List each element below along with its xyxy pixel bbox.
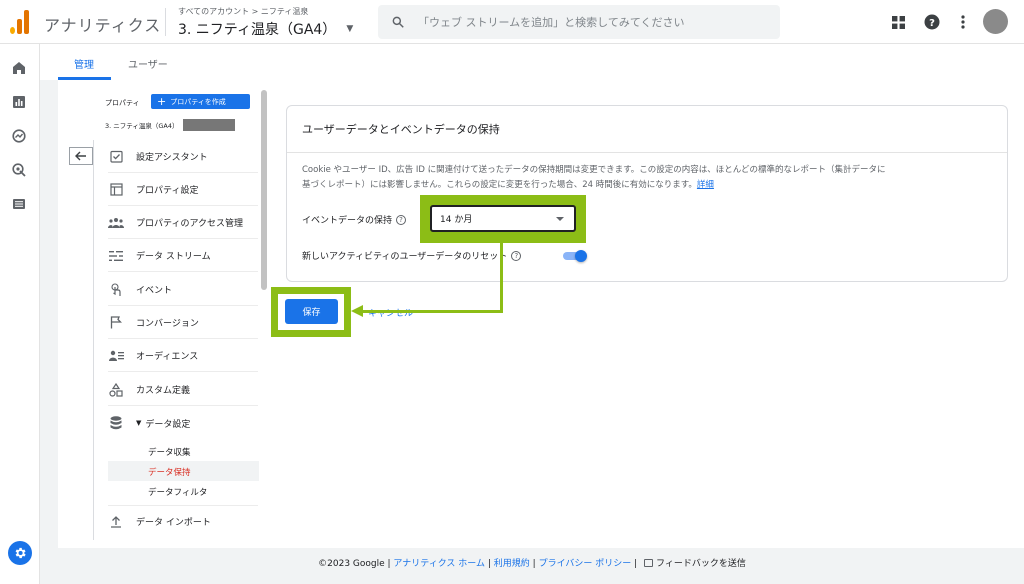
property-name-row[interactable]: 3. ニフティ温泉（GA4）	[105, 119, 235, 131]
nav-item-custom-definitions[interactable]: カスタム定義	[108, 374, 258, 406]
shapes-icon	[108, 382, 124, 398]
help-icon[interactable]: ?	[922, 12, 942, 32]
tab-admin[interactable]: 管理	[74, 56, 94, 71]
nav-item-access-management[interactable]: プロパティのアクセス管理	[108, 207, 258, 239]
event-retention-select[interactable]: 14 か月	[430, 205, 576, 232]
nav-sub-data-filters[interactable]: データフィルタ	[148, 486, 207, 498]
feedback-icon	[644, 559, 654, 567]
create-property-button[interactable]: + プロパティを作成	[151, 94, 250, 109]
analytics-home-link[interactable]: アナリティクス ホーム	[393, 559, 485, 569]
annotation-arrow-head	[351, 305, 363, 317]
description-line-1: Cookie やユーザー ID、広告 ID に関連付けて送ったデータの保持期間は…	[302, 165, 886, 175]
window-icon	[108, 182, 124, 198]
top-bar: アナリティクス すべてのアカウント > ニフティ温泉 3. ニフティ温泉（GA4…	[0, 0, 1024, 44]
reset-toggle[interactable]	[563, 250, 587, 262]
nav-item-label: プロパティのアクセス管理	[136, 219, 244, 229]
flag-icon	[108, 315, 124, 331]
event-retention-value: 14 か月	[440, 215, 473, 225]
left-rail	[0, 44, 40, 584]
event-retention-row: イベントデータの保持 ?	[302, 213, 407, 226]
nav-scrollbar[interactable]	[261, 90, 267, 290]
privacy-link[interactable]: プライバシー ポリシー	[539, 559, 632, 569]
nav-item-data-streams[interactable]: データ ストリーム	[108, 240, 258, 272]
property-name: 3. ニフティ温泉（GA4）	[178, 22, 337, 38]
upload-icon	[108, 514, 124, 530]
nav-item-label: プロパティ設定	[136, 186, 199, 196]
search-bar[interactable]: 「ウェブ ストリームを追加」と検索してみてください	[378, 5, 780, 39]
annotation-arrow-line	[500, 243, 503, 313]
tab-user[interactable]: ユーザー	[128, 56, 168, 71]
nav-divider	[93, 140, 94, 540]
title-divider	[165, 8, 166, 36]
search-icon	[378, 15, 418, 29]
nav-item-label: 設定アシスタント	[136, 153, 208, 163]
nav-item-data-import[interactable]: データ インポート	[108, 505, 258, 537]
nav-item-events[interactable]: イベント	[108, 274, 258, 306]
caret-down-icon: ▼	[346, 24, 354, 34]
breadcrumb[interactable]: すべてのアカウント > ニフティ温泉	[178, 6, 308, 17]
arrow-left-icon	[75, 151, 86, 161]
nav-item-property-settings[interactable]: プロパティ設定	[108, 174, 258, 206]
nav-item-data-settings[interactable]: ▼ データ設定	[108, 407, 258, 439]
list-icon[interactable]	[12, 197, 28, 213]
reset-user-data-row: 新しいアクティビティのユーザーデータのリセット ?	[302, 249, 522, 262]
expand-caret-icon: ▼	[136, 419, 142, 427]
terms-link[interactable]: 利用規約	[494, 559, 530, 569]
help-circle-icon[interactable]: ?	[396, 214, 407, 225]
details-link[interactable]: 詳細	[697, 180, 714, 190]
svg-text:?: ?	[929, 18, 935, 29]
copyright: ©2023 Google |	[318, 559, 391, 569]
nav-item-label: コンバージョン	[136, 319, 199, 329]
property-selector[interactable]: 3. ニフティ温泉（GA4） ▼	[178, 19, 353, 39]
apps-grid-icon[interactable]	[888, 12, 908, 32]
property-column-label: プロパティ	[105, 99, 140, 107]
nav-item-setup-assistant[interactable]: 設定アシスタント	[108, 141, 258, 173]
advertising-icon[interactable]	[12, 163, 28, 179]
audience-icon	[108, 348, 124, 364]
back-button[interactable]	[69, 147, 93, 165]
checklist-icon	[108, 149, 124, 165]
nav-item-label: データ ストリーム	[136, 252, 211, 262]
retention-description: Cookie やユーザー ID、広告 ID に関連付けて送ったデータの保持期間は…	[302, 163, 996, 193]
more-vert-icon[interactable]	[953, 12, 973, 32]
nav-sub-data-collection[interactable]: データ収集	[148, 446, 191, 458]
nav-item-label: オーディエンス	[136, 352, 199, 362]
analytics-logo-icon[interactable]	[10, 10, 30, 34]
app-title: アナリティクス	[44, 16, 162, 35]
nav-item-conversions[interactable]: コンバージョン	[108, 307, 258, 339]
footer: ©2023 Google | アナリティクス ホーム | 利用規約 | プライバ…	[318, 559, 746, 569]
description-line-2: 基づくレポート）には影響しません。これらの設定に変更を行った場合、24 時間後に…	[302, 180, 697, 190]
feedback-link[interactable]: フィードバックを送信	[656, 559, 746, 569]
create-property-label: プロパティを作成	[170, 97, 226, 106]
nav-item-label: データ設定	[145, 419, 191, 430]
card-divider	[287, 152, 1007, 153]
dropdown-arrow-icon	[556, 216, 564, 221]
event-retention-label: イベントデータの保持	[302, 216, 393, 226]
redacted-id	[182, 119, 235, 131]
people-icon	[108, 215, 124, 231]
streams-icon	[108, 248, 124, 264]
database-icon	[108, 415, 124, 431]
search-placeholder: 「ウェブ ストリームを追加」と検索してみてください	[418, 16, 685, 29]
plus-icon: +	[157, 95, 167, 108]
save-button[interactable]: 保存	[285, 299, 338, 324]
nav-item-label: カスタム定義	[136, 386, 191, 396]
home-icon[interactable]	[12, 61, 28, 77]
toggle-knob	[575, 250, 587, 262]
reset-label: 新しいアクティビティのユーザーデータのリセット	[302, 252, 508, 262]
nav-item-label: イベント	[136, 286, 173, 296]
touch-icon	[108, 282, 124, 298]
nav-item-label: データ インポート	[136, 518, 211, 528]
nav-sub-data-retention[interactable]: データ保持	[148, 466, 191, 478]
admin-settings-icon[interactable]	[8, 541, 32, 565]
explore-icon[interactable]	[12, 129, 28, 145]
card-title: ユーザーデータとイベントデータの保持	[302, 123, 500, 136]
avatar[interactable]	[983, 9, 1008, 34]
help-circle-icon[interactable]: ?	[511, 250, 522, 261]
nav-item-audiences[interactable]: オーディエンス	[108, 340, 258, 372]
nav-property-name: 3. ニフティ温泉（GA4）	[105, 122, 179, 130]
reports-icon[interactable]	[12, 95, 28, 111]
annotation-arrow-line	[360, 310, 503, 313]
admin-tabs: 管理 ユーザー	[40, 44, 1024, 80]
